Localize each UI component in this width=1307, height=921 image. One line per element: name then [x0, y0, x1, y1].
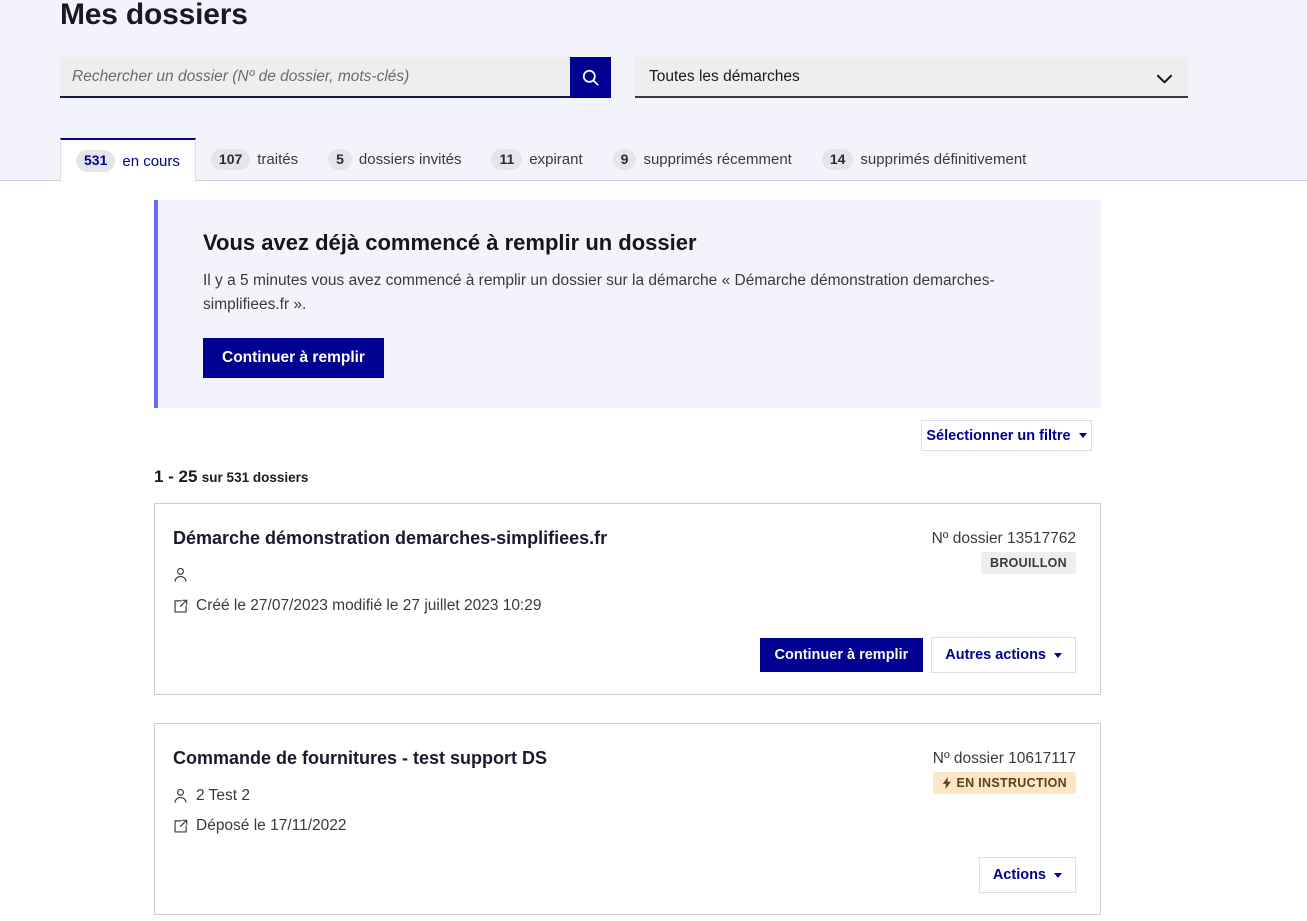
header-zone: Mes dossiers Toutes les démarches	[0, 0, 1307, 182]
search-bar	[60, 57, 611, 98]
select-filter-label: Sélectionner un filtre	[926, 427, 1071, 444]
status-badge-label: BROUILLON	[990, 556, 1067, 570]
dossier-title: Démarche démonstration demarches-simplif…	[173, 528, 608, 548]
select-filter-button[interactable]: Sélectionner un filtre	[921, 420, 1092, 451]
alert-title: Vous avez déjà commencé à remplir un dos…	[203, 230, 697, 255]
dossier-card[interactable]: Commande de fournitures - test support D…	[154, 723, 1101, 915]
dossier-actions: Actions	[978, 857, 1076, 893]
pagination-range: 1 - 25	[154, 467, 198, 486]
dossier-card[interactable]: Démarche démonstration demarches-simplif…	[154, 503, 1101, 695]
dossier-title: Commande de fournitures - test support D…	[173, 748, 548, 768]
search-icon	[581, 68, 600, 87]
tab-count: 5	[328, 148, 352, 171]
dossier-user-row	[173, 567, 196, 583]
alert-text: Il y a 5 minutes vous avez commencé à re…	[203, 272, 995, 313]
dossier-user-row: 2 Test 2	[173, 787, 250, 805]
tab-supprimes-recemment[interactable]: 9 supprimés récemment	[598, 138, 807, 181]
person-icon	[173, 788, 188, 804]
dossier-number: Nº dossier 13517762	[931, 530, 1076, 547]
caret-down-icon	[1054, 652, 1062, 658]
resume-draft-alert: Vous avez déjà commencé à remplir un dos…	[154, 200, 1101, 409]
tab-label: expirant	[529, 151, 583, 168]
tab-expirant[interactable]: 11 expirant	[476, 138, 597, 181]
dossier-actions: Continuer à remplir Autres actions	[759, 637, 1076, 673]
tab-label: traités	[257, 151, 299, 168]
other-actions-button[interactable]: Autres actions	[931, 637, 1076, 673]
dossier-user: 2 Test 2	[196, 787, 251, 804]
dossier-date-row: Déposé le 17/11/2022	[173, 817, 347, 835]
page-title: Mes dossiers	[60, 0, 248, 31]
caret-down-icon	[1054, 872, 1062, 878]
actions-button[interactable]: Actions	[978, 857, 1076, 893]
edit-square-icon	[173, 599, 188, 614]
status-badge-label: EN INSTRUCTION	[956, 776, 1067, 790]
alert-continue-button[interactable]: Continuer à remplir	[203, 338, 384, 379]
tab-count: 107	[210, 148, 251, 171]
dossier-number: Nº dossier 10617117	[932, 750, 1076, 767]
tab-dossiers-invites[interactable]: 5 dossiers invités	[313, 138, 476, 181]
continue-filling-button[interactable]: Continuer à remplir	[759, 638, 924, 672]
status-badge: EN INSTRUCTION	[932, 772, 1076, 794]
dossier-tabs: 531 en cours 107 traités 5 dossiers invi…	[60, 138, 1042, 182]
tab-count: 14	[821, 148, 854, 171]
search-input[interactable]	[60, 57, 570, 98]
dossier-date: Créé le 27/07/2023 modifié le 27 juillet…	[196, 597, 542, 614]
tab-label: supprimés récemment	[643, 151, 792, 168]
tab-count: 9	[612, 148, 637, 171]
status-badge: BROUILLON	[981, 552, 1076, 574]
tab-traites[interactable]: 107 traités	[196, 138, 313, 181]
bolt-icon	[942, 777, 952, 789]
page-root: Mes dossiers Toutes les démarches	[0, 0, 1307, 921]
caret-down-icon	[1078, 433, 1087, 438]
tab-en-cours[interactable]: 531 en cours	[60, 138, 196, 182]
demarche-select-wrap: Toutes les démarches	[635, 57, 1188, 98]
dossier-date-row: Créé le 27/07/2023 modifié le 27 juillet…	[173, 597, 542, 615]
search-button[interactable]	[570, 57, 611, 98]
tab-label: en cours	[122, 152, 180, 170]
actions-label: Actions	[992, 867, 1046, 883]
demarche-select[interactable]: Toutes les démarches	[635, 57, 1188, 98]
tab-count: 11	[491, 148, 523, 171]
pagination-total: sur 531 dossiers	[201, 470, 309, 485]
pagination-summary: 1 - 25 sur 531 dossiers	[154, 467, 308, 487]
tab-label: supprimés définitivement	[860, 151, 1027, 168]
tab-count: 531	[76, 150, 116, 172]
tab-label: dossiers invités	[358, 151, 462, 168]
tab-supprimes-definitivement[interactable]: 14 supprimés définitivement	[807, 138, 1042, 181]
other-actions-label: Autres actions	[945, 647, 1046, 663]
person-icon	[173, 567, 188, 583]
dossier-date: Déposé le 17/11/2022	[196, 817, 347, 834]
edit-square-icon	[173, 819, 188, 834]
